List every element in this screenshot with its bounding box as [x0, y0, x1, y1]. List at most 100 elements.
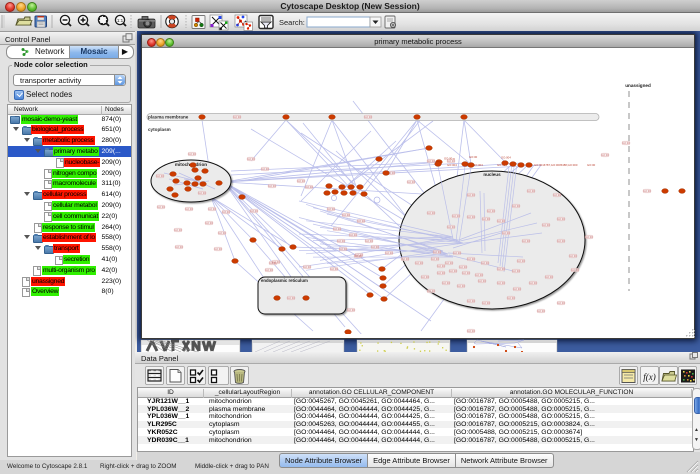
svg-text:GO:00: GO:00: [497, 268, 505, 271]
svg-text:GO:00: GO:00: [475, 274, 483, 277]
svg-text:GO:00: GO:00: [157, 206, 165, 209]
svg-text:GO:00: GO:00: [208, 208, 216, 211]
svg-text:GO:00: GO:00: [478, 280, 486, 283]
svg-text:GO:00: GO:00: [467, 194, 475, 197]
svg-text:GO:00: GO:00: [407, 181, 415, 184]
svg-text:GO:00: GO:00: [497, 282, 505, 285]
svg-text:GO:00: GO:00: [557, 240, 565, 243]
svg-text:GO:00: GO:00: [507, 297, 515, 300]
svg-text:GO:00: GO:00: [333, 228, 341, 231]
svg-text:GO:00: GO:00: [569, 255, 577, 258]
svg-text:GO:00: GO:00: [437, 272, 445, 275]
svg-text:GO:00: GO:00: [357, 220, 365, 223]
svg-text:GO:004: GO:004: [473, 163, 483, 167]
svg-text:GO:00: GO:00: [467, 258, 475, 261]
svg-text:f(x): f(x): [643, 372, 656, 382]
svg-text:GO:00: GO:00: [542, 224, 550, 227]
svg-text:GO:00: GO:00: [421, 276, 429, 279]
svg-text:GO:00: GO:00: [467, 330, 475, 333]
svg-text:GO:00: GO:00: [272, 261, 280, 264]
svg-text:GO:00: GO:00: [355, 254, 363, 257]
svg-text:GO:00: GO:00: [205, 222, 213, 225]
svg-text:GO:00: GO:00: [481, 262, 489, 265]
svg-text:GO:00: GO:00: [585, 236, 593, 239]
svg-text:unassigned: unassigned: [625, 83, 651, 88]
svg-text:GO:00: GO:00: [571, 269, 579, 272]
svg-text:GO:00: GO:00: [469, 155, 478, 159]
svg-text:GO:00: GO:00: [557, 302, 565, 305]
svg-text:GO:00: GO:00: [156, 175, 164, 178]
svg-text:GO:00: GO:00: [557, 218, 565, 221]
svg-text:GO:00: GO:00: [513, 288, 521, 291]
svg-text:GO:00: GO:00: [427, 160, 435, 163]
svg-text:GO:00: GO:00: [250, 210, 258, 213]
svg-text:GO:00: GO:00: [427, 212, 435, 215]
svg-text:GO:00: GO:00: [349, 234, 357, 237]
svg-text:GO:00: GO:00: [185, 208, 193, 211]
svg-text:GO:00: GO:00: [459, 266, 467, 269]
svg-text:GO:00: GO:00: [371, 246, 379, 249]
svg-text:GO:00: GO:00: [517, 260, 525, 263]
svg-text:GO:00: GO:00: [431, 258, 439, 261]
svg-text:GO:00: GO:00: [502, 232, 510, 235]
svg-text:GO:00: GO:00: [198, 192, 206, 195]
svg-text:GO:00: GO:00: [527, 190, 535, 193]
svg-text:GO:00: GO:00: [457, 285, 465, 288]
svg-text:GO:00: GO:00: [522, 240, 530, 243]
svg-text:GO:00: GO:00: [297, 180, 305, 183]
svg-text:GO:00: GO:00: [529, 282, 537, 285]
svg-text:GO:00: GO:00: [442, 282, 450, 285]
svg-text:GO:00: GO:00: [222, 211, 230, 214]
svg-text:GO:00: GO:00: [175, 246, 183, 249]
svg-text:GO:00: GO:00: [512, 205, 520, 208]
svg-text:GO:00: GO:00: [482, 218, 490, 221]
svg-text:GO:00: GO:00: [365, 240, 373, 243]
svg-text:GO:00: GO:00: [487, 210, 495, 213]
svg-text:GO:00: GO:00: [622, 142, 630, 145]
svg-text:GO:00: GO:00: [268, 185, 276, 188]
svg-text:GO:00: GO:00: [467, 216, 475, 219]
svg-text:GO:00: GO:00: [303, 266, 311, 269]
svg-text:nucleus: nucleus: [483, 172, 501, 177]
svg-text:GO:00: GO:00: [427, 290, 435, 293]
svg-text:GO:00: GO:00: [330, 268, 338, 271]
svg-text:GO:00: GO:00: [553, 194, 561, 197]
svg-text:GO:00: GO:00: [265, 269, 273, 272]
svg-text:GO:00: GO:00: [174, 229, 182, 232]
svg-text:GO:00: GO:00: [512, 270, 520, 273]
svg-text:plasma membrane: plasma membrane: [148, 115, 189, 120]
svg-text:GO:00: GO:00: [233, 116, 241, 119]
svg-text:GO:00: GO:00: [287, 297, 295, 300]
svg-text:GO:00: GO:00: [445, 262, 453, 265]
svg-text:GO:004: GO:004: [447, 163, 457, 167]
svg-text:GO:00: GO:00: [643, 190, 651, 193]
svg-text:GO:00: GO:00: [339, 248, 347, 251]
svg-text:endoplasmic reticulum: endoplasmic reticulum: [261, 278, 308, 283]
svg-text:GO:00: GO:00: [447, 226, 455, 229]
svg-text:GO:00: GO:00: [218, 232, 226, 235]
svg-text:GO:00: GO:00: [327, 208, 335, 211]
svg-text:GO:00: GO:00: [467, 300, 475, 303]
svg-text:cytoplasm: cytoplasm: [148, 127, 171, 132]
svg-text:GO:00: GO:00: [482, 302, 490, 305]
svg-text:GO:00: GO:00: [433, 251, 441, 254]
svg-text:GO:00: GO:00: [188, 153, 196, 156]
svg-text:GO:00: GO:00: [305, 186, 313, 189]
svg-text:Search:: Search:: [279, 18, 305, 27]
svg-text:GO:00: GO:00: [214, 248, 222, 251]
svg-text:GO:00: GO:00: [462, 272, 470, 275]
svg-text:GO:00: GO:00: [364, 116, 372, 119]
svg-text:GO:00: GO:00: [587, 163, 596, 167]
svg-text:GO:00: GO:00: [601, 154, 609, 157]
svg-text:GO:00: GO:00: [437, 265, 445, 268]
svg-text:GO:00: GO:00: [385, 252, 393, 255]
svg-text:GO:00: GO:00: [449, 270, 457, 273]
svg-text:GO:00: GO:00: [497, 220, 505, 223]
svg-text:GO:00: GO:00: [537, 310, 545, 313]
svg-text:GO:00-a: GO:00-a: [444, 157, 455, 161]
svg-text:GO:00: GO:00: [261, 168, 269, 171]
svg-text:GO:00: GO:00: [545, 276, 553, 279]
svg-text:GO:00: GO:00: [452, 215, 460, 218]
svg-text:GO:00: GO:00: [401, 258, 409, 261]
svg-text:GO:00: GO:00: [453, 252, 461, 255]
